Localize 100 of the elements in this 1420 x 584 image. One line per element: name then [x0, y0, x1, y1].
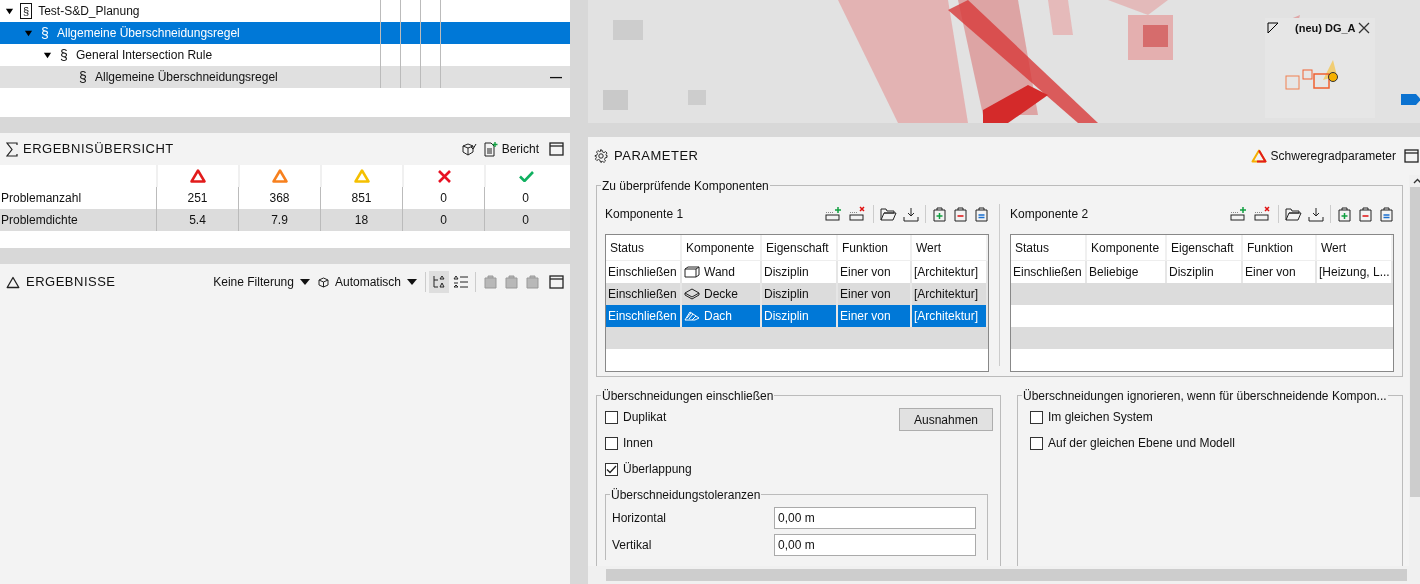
checkbox[interactable]: [605, 462, 618, 476]
severity-parameters-button[interactable]: Schweregradparameter: [1270, 147, 1396, 165]
section-icon: §: [77, 69, 89, 85]
checkbox[interactable]: [1030, 436, 1043, 450]
cell-text: Disziplin: [1169, 264, 1214, 281]
download-icon[interactable]: [1308, 206, 1324, 222]
cell-text: Einschließen: [608, 308, 677, 325]
list-view-icon[interactable]: [453, 275, 469, 289]
table-cell: 0: [402, 209, 484, 231]
mode-dropdown[interactable]: Automatisch: [317, 273, 417, 291]
bag-add-icon[interactable]: [1337, 206, 1352, 222]
cell-text: Einschließen: [1013, 264, 1082, 281]
sigma-icon: [6, 141, 18, 157]
settings-icon: [594, 149, 608, 163]
bag-add-icon[interactable]: [932, 206, 947, 222]
row-label: Problemdichte: [0, 212, 79, 229]
field-label: Vertikal: [612, 537, 653, 554]
section-icon: §: [39, 25, 51, 41]
tree-label: Test-S&D_Planung: [38, 3, 140, 20]
panel-title: ERGEBNISSE: [26, 273, 116, 292]
new-report-icon[interactable]: [482, 141, 498, 157]
tree-row[interactable]: § Allgemeine Überschneidungsregel: [0, 22, 570, 44]
table-row[interactable]: Einschließen Beliebige Disziplin Einer von [Heizung, L...: [1011, 261, 1393, 283]
cell-text: Disziplin: [764, 264, 809, 281]
caret-icon[interactable]: [43, 50, 52, 60]
checkbox[interactable]: [605, 410, 618, 424]
table-cell: 18: [320, 209, 402, 231]
slab-icon: [684, 288, 700, 300]
tree-view-button[interactable]: [429, 271, 449, 293]
group-title: Überschneidungstoleranzen: [610, 486, 762, 504]
bag-remove-icon[interactable]: [953, 206, 968, 222]
table-row[interactable]: Einschließen Wand Disziplin Einer von [Architektur]: [606, 261, 988, 283]
row-label: Problemanzahl: [0, 190, 83, 207]
tree-label: Allgemeine Überschneidungsregel: [95, 69, 278, 86]
folder-icon[interactable]: [880, 207, 897, 221]
cell-text: Decke: [704, 286, 738, 303]
dash-marker: —: [550, 69, 562, 86]
tree-row[interactable]: § Allgemeine Überschneidungsregel —: [0, 66, 570, 88]
table-cell: 0: [484, 209, 566, 231]
cell-text: Einer von: [1245, 264, 1296, 281]
cell-text: [Heizung, L...: [1319, 264, 1390, 281]
checkbox[interactable]: [605, 436, 618, 450]
checkbox[interactable]: [1030, 410, 1043, 424]
cell-text: Einschließen: [608, 286, 677, 303]
window-icon[interactable]: [549, 275, 564, 289]
corner-icon[interactable]: [1267, 22, 1279, 35]
checkbox-label: Überlappung: [623, 461, 692, 478]
table-row[interactable]: Einschließen Dach Disziplin Einer von [Architektur]: [606, 305, 988, 327]
view-label: (neu) DG_A: [1295, 21, 1356, 36]
section-icon: §: [58, 47, 70, 63]
table-cell: 5.4: [156, 209, 238, 231]
tree-label: General Intersection Rule: [76, 47, 213, 64]
panel-title: PARAMETER: [614, 147, 699, 166]
checkbox-label: Duplikat: [623, 409, 667, 426]
bag-remove-icon[interactable]: [1358, 206, 1373, 222]
caret-icon: [299, 279, 310, 285]
group-title: Überschneidungen einschließen: [601, 387, 775, 405]
panel-title: ERGEBNISÜBERSICHT: [23, 140, 174, 159]
input-field[interactable]: 0,00 m: [774, 507, 976, 529]
filter-dropdown[interactable]: Keine Filterung: [213, 273, 310, 291]
remove-row-icon[interactable]: [1254, 206, 1272, 222]
group-title: Überschneidungen ignorieren, wenn für überschneidende Kompon...: [1022, 387, 1388, 405]
cell-text: Einer von: [840, 286, 891, 303]
severity-triangle-icon[interactable]: [1250, 149, 1267, 163]
checkbox-label: Auf der gleichen Ebene und Modell: [1048, 435, 1235, 452]
add-row-icon[interactable]: [1230, 206, 1248, 222]
input-field[interactable]: 0,00 m: [774, 534, 976, 556]
tree-view-icon: [432, 275, 446, 289]
table-cell: 7.9: [238, 209, 320, 231]
report-button[interactable]: Bericht: [501, 140, 539, 158]
checkbox-label: Innen: [623, 435, 654, 452]
checkbox-label: Im gleichen System: [1048, 409, 1153, 426]
panel-title: Komponente 2: [1010, 206, 1089, 223]
bag-equal-icon[interactable]: [1379, 206, 1394, 222]
table-row[interactable]: Einschließen Decke Disziplin Einer von [Architektur]: [606, 283, 988, 305]
slider-handle-icon[interactable]: [1401, 94, 1420, 105]
cell-text: Wand: [704, 264, 735, 281]
window-icon[interactable]: [549, 142, 564, 156]
wall-icon: [684, 266, 700, 278]
bag-equal-icon[interactable]: [974, 206, 989, 222]
folder-icon[interactable]: [1285, 207, 1302, 221]
cell-text: Disziplin: [764, 286, 809, 303]
add-row-icon[interactable]: [825, 206, 843, 222]
download-icon[interactable]: [903, 206, 919, 222]
cell-text: Einschließen: [608, 264, 677, 281]
tree-label: Allgemeine Überschneidungsregel: [57, 25, 240, 42]
close-icon[interactable]: [1357, 22, 1370, 35]
scroll-up-icon[interactable]: [1412, 178, 1420, 184]
cell-text: Einer von: [840, 308, 891, 325]
cell-text: Einer von: [840, 264, 891, 281]
window-icon[interactable]: [1404, 149, 1419, 163]
cell-text: [Architektur]: [914, 264, 979, 281]
cube-check-icon[interactable]: [460, 142, 477, 156]
caret-icon[interactable]: [5, 6, 14, 16]
exceptions-button[interactable]: Ausnahmen: [899, 408, 993, 431]
cell-text: Disziplin: [764, 308, 809, 325]
remove-row-icon[interactable]: [849, 206, 867, 222]
cell-text: [Architektur]: [914, 308, 979, 325]
panel-title: Komponente 1: [605, 206, 684, 223]
warning-triangle-icon: [6, 275, 20, 289]
